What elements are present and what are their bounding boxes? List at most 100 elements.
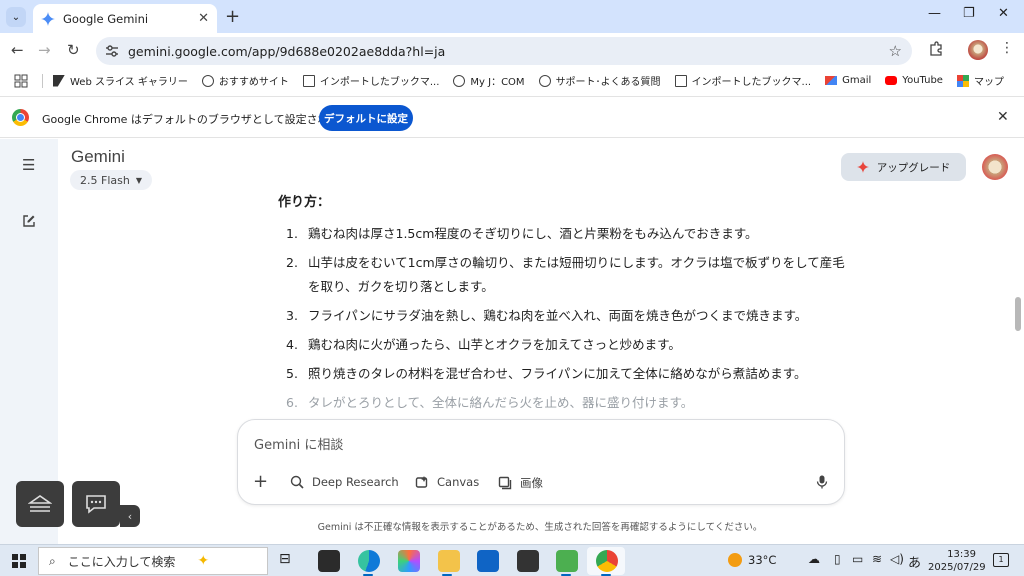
bookmark-separator <box>42 73 43 88</box>
bookmark-folder[interactable]: インポートしたブックマ... <box>674 73 811 88</box>
account-avatar[interactable] <box>982 154 1008 180</box>
folder-icon <box>302 74 315 87</box>
bookmark-item[interactable]: My J：COM <box>453 73 525 88</box>
image-icon <box>498 476 512 490</box>
bookmark-item[interactable]: おすすめサイト <box>201 73 289 88</box>
windows-start-icon[interactable] <box>12 554 26 568</box>
restore-button[interactable]: ❐ <box>963 6 975 21</box>
chrome-menu-icon[interactable]: ⋮ <box>1000 40 1014 56</box>
bookmark-gmail[interactable]: Gmail <box>825 75 871 86</box>
tab-google-gemini[interactable]: Google Gemini ✕ <box>33 4 217 33</box>
deep-research-button[interactable]: Deep Research <box>290 475 399 489</box>
store-app-icon[interactable] <box>517 550 539 572</box>
folder-icon <box>674 74 687 87</box>
apps-grid-icon[interactable] <box>14 74 28 88</box>
clock-date: 2025/07/29 <box>928 562 986 573</box>
weather-temp: 33°C <box>748 553 777 567</box>
model-label: 2.5 Flash <box>80 173 130 187</box>
deep-research-icon <box>290 475 304 489</box>
forward-button[interactable]: → <box>38 41 51 59</box>
disclaimer-text: Gemini は不正確な情報を表示することがあるため、生成された回答を再確認する… <box>317 522 763 533</box>
back-button[interactable]: ← <box>11 41 24 59</box>
bookmark-star-icon[interactable]: ☆ <box>889 42 902 60</box>
gemini-sparkle-icon <box>41 11 55 26</box>
wifi-icon[interactable]: ≋ <box>872 552 882 566</box>
floating-chat-button[interactable] <box>72 481 120 527</box>
tab-close-icon[interactable]: ✕ <box>198 11 209 26</box>
browser-toolbar: ← → ↻ gemini.google.com/app/9d688e0202ae… <box>0 33 1024 68</box>
gmail-icon <box>825 76 838 85</box>
app-title: Gemini <box>71 147 125 166</box>
clock-time: 13:39 <box>947 549 976 560</box>
chrome-app-icon[interactable] <box>596 550 618 572</box>
globe-icon <box>201 74 214 87</box>
new-tab-button[interactable]: + <box>225 6 240 27</box>
weather-sun-icon <box>728 553 742 567</box>
list-item: 5. 照り焼きのタレの材料を混ぜ合わせ、フライパンに加えて全体に絡めながら煮詰めま… <box>286 366 807 381</box>
notification-center-icon[interactable]: 1 <box>993 553 1009 567</box>
tab-strip: ⌄ Google Gemini ✕ + — ❐ ✕ <box>0 0 1024 33</box>
globe-icon <box>453 74 466 87</box>
profile-avatar[interactable] <box>968 40 988 60</box>
caret-down-icon: ▼ <box>135 175 142 185</box>
gemini-app: ☰ Gemini 2.5 Flash ▼ アップグレード 作り方： 1. 鶏むね肉… <box>0 139 1024 544</box>
gemini-sparkle-icon <box>856 161 869 173</box>
window-close-button[interactable]: ✕ <box>998 6 1009 21</box>
terminal-app-icon[interactable] <box>318 550 340 572</box>
taskbar-search[interactable]: ⌕ ここに入力して検索 ✦ <box>38 547 268 575</box>
reload-button[interactable]: ↻ <box>67 41 80 59</box>
image-button[interactable]: 画像 <box>498 475 543 491</box>
cloud-icon[interactable]: ☁ <box>808 552 820 566</box>
volume-icon[interactable]: ◁) <box>890 552 904 566</box>
site-info-icon[interactable] <box>104 43 120 59</box>
system-clock[interactable]: 13:39 2025/07/29 <box>928 548 986 574</box>
bookmark-item[interactable]: サポート･よくある質問 <box>538 73 661 88</box>
new-chat-icon[interactable] <box>22 214 36 228</box>
set-default-button[interactable]: デフォルトに設定 <box>319 105 413 131</box>
canvas-button[interactable]: Canvas <box>415 475 479 489</box>
display-icon[interactable]: ▭ <box>852 552 863 566</box>
notification-count: 1 <box>998 555 1004 564</box>
upgrade-button[interactable]: アップグレード <box>841 153 966 181</box>
floating-eject-button[interactable] <box>16 481 64 527</box>
section-heading: 作り方： <box>278 195 331 210</box>
model-selector[interactable]: 2.5 Flash ▼ <box>70 170 152 190</box>
prompt-input[interactable]: Gemini に相談 <box>254 434 343 453</box>
bookmark-folder[interactable]: インポートしたブックマ... <box>302 73 439 88</box>
infobar-close-icon[interactable]: ✕ <box>997 109 1009 125</box>
weather-widget[interactable]: 33°C <box>728 553 776 567</box>
bookmark-maps[interactable]: マップ <box>956 73 1004 88</box>
prompt-composer[interactable]: Gemini に相談 + Deep Research Canvas 画像 <box>237 419 845 505</box>
hamburger-menu-icon[interactable]: ☰ <box>22 156 35 174</box>
add-file-icon[interactable]: + <box>253 471 268 492</box>
address-bar[interactable]: gemini.google.com/app/9d688e0202ae8dda?h… <box>96 37 912 65</box>
windows-taskbar: ⌕ ここに入力して検索 ✦ ⊟ 33°C ☁ ▯ ▭ ≋ ◁) あ 13:39 … <box>0 544 1024 576</box>
url-text: gemini.google.com/app/9d688e0202ae8dda?h… <box>128 43 446 59</box>
file-explorer-icon[interactable] <box>438 550 460 572</box>
ime-indicator[interactable]: あ <box>908 552 921 571</box>
maps-icon <box>956 74 969 87</box>
copilot-app-icon[interactable] <box>398 550 420 572</box>
scrollbar-thumb[interactable] <box>1015 297 1021 331</box>
spreadsheet-app-icon[interactable] <box>556 550 578 572</box>
bookmarks-bar: Web スライス ギャラリー おすすめサイト インポートしたブックマ... My… <box>0 68 1024 93</box>
outlook-app-icon[interactable] <box>477 550 499 572</box>
chrome-logo-icon <box>12 109 29 126</box>
microphone-icon[interactable] <box>816 475 828 489</box>
taskbar-search-placeholder: ここに入力して検索 <box>67 554 176 569</box>
web-slice-icon <box>53 74 65 87</box>
bookmark-youtube[interactable]: YouTube <box>885 75 943 86</box>
extensions-icon[interactable] <box>928 41 944 57</box>
edge-app-icon[interactable] <box>358 550 380 572</box>
tab-search-button[interactable]: ⌄ <box>6 7 26 27</box>
default-browser-infobar: Google Chrome はデフォルトのブラウザとして設定されていません デフ… <box>0 96 1024 138</box>
youtube-icon <box>885 76 898 85</box>
task-view-icon[interactable]: ⊟ <box>279 551 291 567</box>
battery-icon[interactable]: ▯ <box>834 552 841 566</box>
minimize-button[interactable]: — <box>928 6 941 21</box>
collapse-widget-button[interactable]: ‹ <box>120 505 140 527</box>
list-item: 1. 鶏むね肉は厚さ1.5cm程度のそぎ切りにし、酒と片栗粉をもみ込んでおきます。 <box>286 226 758 241</box>
list-item: 2. 山芋は皮をむいて1cm厚さの輪切り、または短冊切りにします。オクラは塩で板ず… <box>286 255 845 294</box>
chat-bubble-icon <box>86 495 106 514</box>
bookmark-item[interactable]: Web スライス ギャラリー <box>53 73 188 88</box>
